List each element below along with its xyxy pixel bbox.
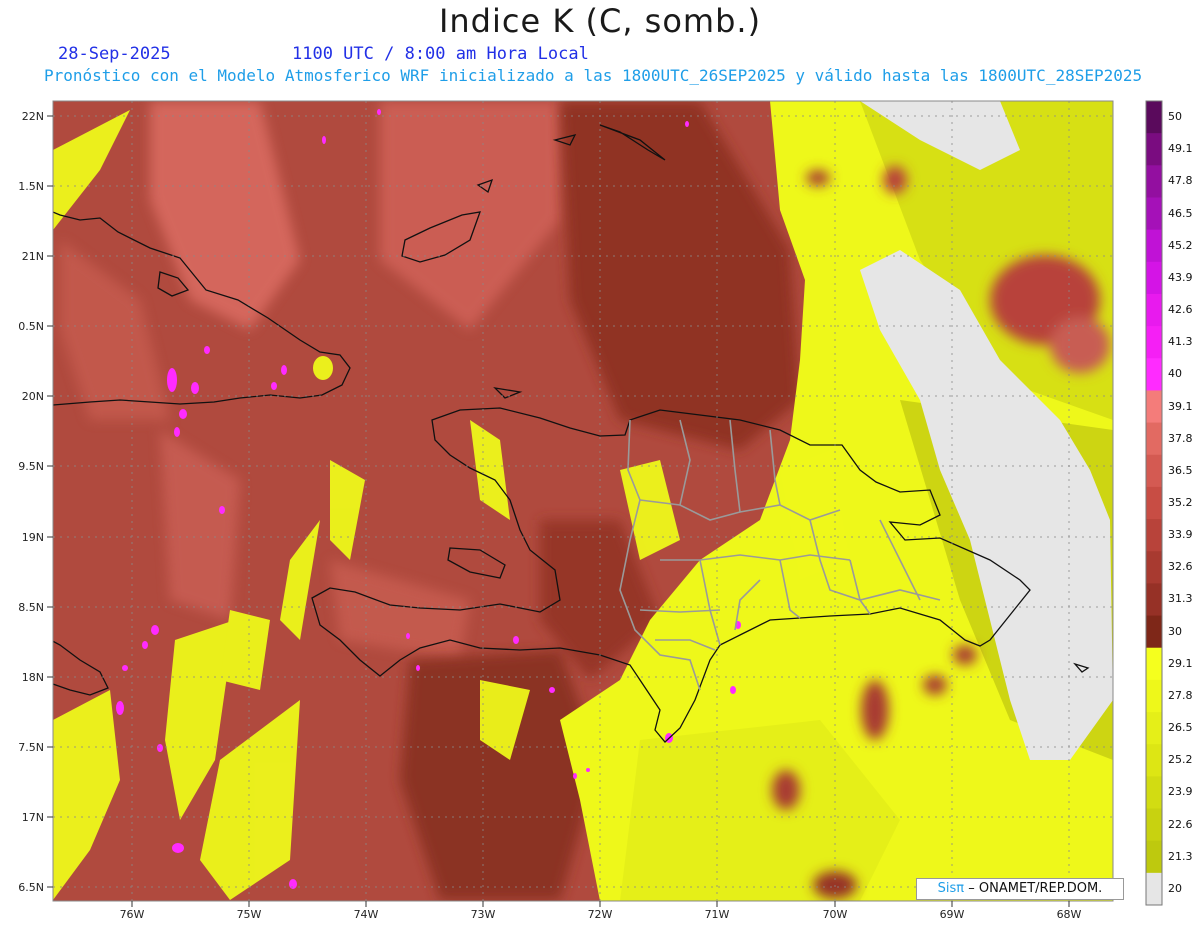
colorbar-swatch bbox=[1146, 519, 1162, 552]
lat-tick-label: 22N bbox=[22, 110, 44, 123]
map-field bbox=[53, 101, 1113, 901]
colorbar-label: 25.2 bbox=[1168, 753, 1193, 767]
colorbar-swatch bbox=[1146, 422, 1162, 456]
colorbar-label: 39.1 bbox=[1168, 399, 1193, 413]
colorbar-swatch bbox=[1146, 615, 1162, 649]
colorbar-swatch bbox=[1146, 872, 1162, 906]
colorbar-label: 29.1 bbox=[1168, 656, 1193, 670]
colorbar-label: 43.9 bbox=[1168, 270, 1193, 284]
colorbar-label: 49.1 bbox=[1168, 142, 1193, 156]
lat-tick-label: 8.5N bbox=[18, 601, 44, 614]
k-index-map: 76W 75W 74W 73W 72W 71W 70W 69W 68W 22N … bbox=[18, 100, 1163, 921]
colorbar-swatch bbox=[1146, 776, 1162, 810]
lon-tick-label: 76W bbox=[120, 908, 145, 921]
lat-tick-label: 18N bbox=[22, 671, 44, 684]
colorbar-swatch bbox=[1146, 486, 1162, 520]
colorbar-label: 20 bbox=[1168, 881, 1182, 895]
colorbar-swatch bbox=[1146, 165, 1162, 198]
lat-tick-label: 1.5N bbox=[18, 180, 44, 193]
lat-tick-label: 0.5N bbox=[18, 320, 44, 333]
colorbar-label: 30 bbox=[1168, 624, 1182, 638]
lat-tick-label: 6.5N bbox=[18, 881, 44, 894]
lon-tick-label: 74W bbox=[354, 908, 379, 921]
colorbar-label: 26.5 bbox=[1168, 721, 1193, 735]
colorbar-label: 46.5 bbox=[1168, 206, 1193, 220]
credit-org: – ONAMET/REP.DOM. bbox=[968, 881, 1103, 896]
lon-tick-label: 70W bbox=[823, 908, 848, 921]
colorbar-label: 32.6 bbox=[1168, 560, 1193, 574]
colorbar-swatch bbox=[1146, 679, 1162, 713]
colorbar-label: 42.6 bbox=[1168, 303, 1193, 317]
colorbar-label: 45.2 bbox=[1168, 238, 1193, 252]
colorbar-label: 21.3 bbox=[1168, 849, 1193, 863]
colorbar-swatch bbox=[1146, 261, 1162, 295]
lat-tick-label: 9.5N bbox=[18, 460, 44, 473]
lon-tick-label: 73W bbox=[471, 908, 496, 921]
colorbar-label: 36.5 bbox=[1168, 463, 1193, 477]
credit-brand: Sisπ bbox=[937, 881, 965, 896]
colorbar-swatch bbox=[1146, 390, 1162, 424]
lon-tick-label: 68W bbox=[1057, 908, 1082, 921]
colorbar-label: 50 bbox=[1168, 110, 1182, 124]
colorbar-swatch bbox=[1146, 808, 1162, 842]
colorbar-label: 41.3 bbox=[1168, 335, 1193, 349]
colorbar-swatch bbox=[1146, 358, 1162, 391]
colorbar-swatch bbox=[1146, 101, 1162, 134]
colorbar-label: 33.9 bbox=[1168, 528, 1193, 542]
lat-tick-label: 20N bbox=[22, 390, 44, 403]
colorbar-label: 47.8 bbox=[1168, 174, 1193, 188]
lon-tick-label: 69W bbox=[940, 908, 965, 921]
colorbar-swatch bbox=[1146, 647, 1162, 681]
colorbar bbox=[1145, 100, 1163, 906]
colorbar-label: 37.8 bbox=[1168, 431, 1193, 445]
colorbar-label: 22.6 bbox=[1168, 817, 1193, 831]
lat-tick-label: 21N bbox=[22, 250, 44, 263]
colorbar-label: 31.3 bbox=[1168, 592, 1193, 606]
colorbar-swatch bbox=[1146, 583, 1162, 617]
lat-tick-label: 7.5N bbox=[18, 741, 44, 754]
colorbar-swatch bbox=[1146, 551, 1162, 584]
colorbar-swatch bbox=[1146, 326, 1162, 359]
colorbar-label: 23.9 bbox=[1168, 785, 1193, 799]
colorbar-swatch bbox=[1146, 229, 1162, 263]
colorbar-swatch bbox=[1146, 133, 1162, 166]
credit-box: Sisπ – ONAMET/REP.DOM. bbox=[916, 878, 1124, 900]
lon-tick-label: 75W bbox=[237, 908, 262, 921]
colorbar-swatch bbox=[1146, 712, 1162, 745]
colorbar-swatch bbox=[1146, 197, 1162, 231]
colorbar-label: 35.2 bbox=[1168, 496, 1193, 509]
colorbar-swatch bbox=[1146, 293, 1162, 327]
colorbar-swatch bbox=[1146, 454, 1162, 488]
colorbar-swatch bbox=[1146, 744, 1162, 777]
colorbar-label: 40 bbox=[1168, 367, 1182, 381]
colorbar-label: 27.8 bbox=[1168, 688, 1193, 702]
lat-tick-label: 17N bbox=[22, 811, 44, 824]
lon-tick-label: 71W bbox=[705, 908, 730, 921]
lon-tick-label: 72W bbox=[588, 908, 613, 921]
colorbar-swatch bbox=[1146, 840, 1162, 874]
lat-tick-label: 19N bbox=[22, 531, 44, 544]
